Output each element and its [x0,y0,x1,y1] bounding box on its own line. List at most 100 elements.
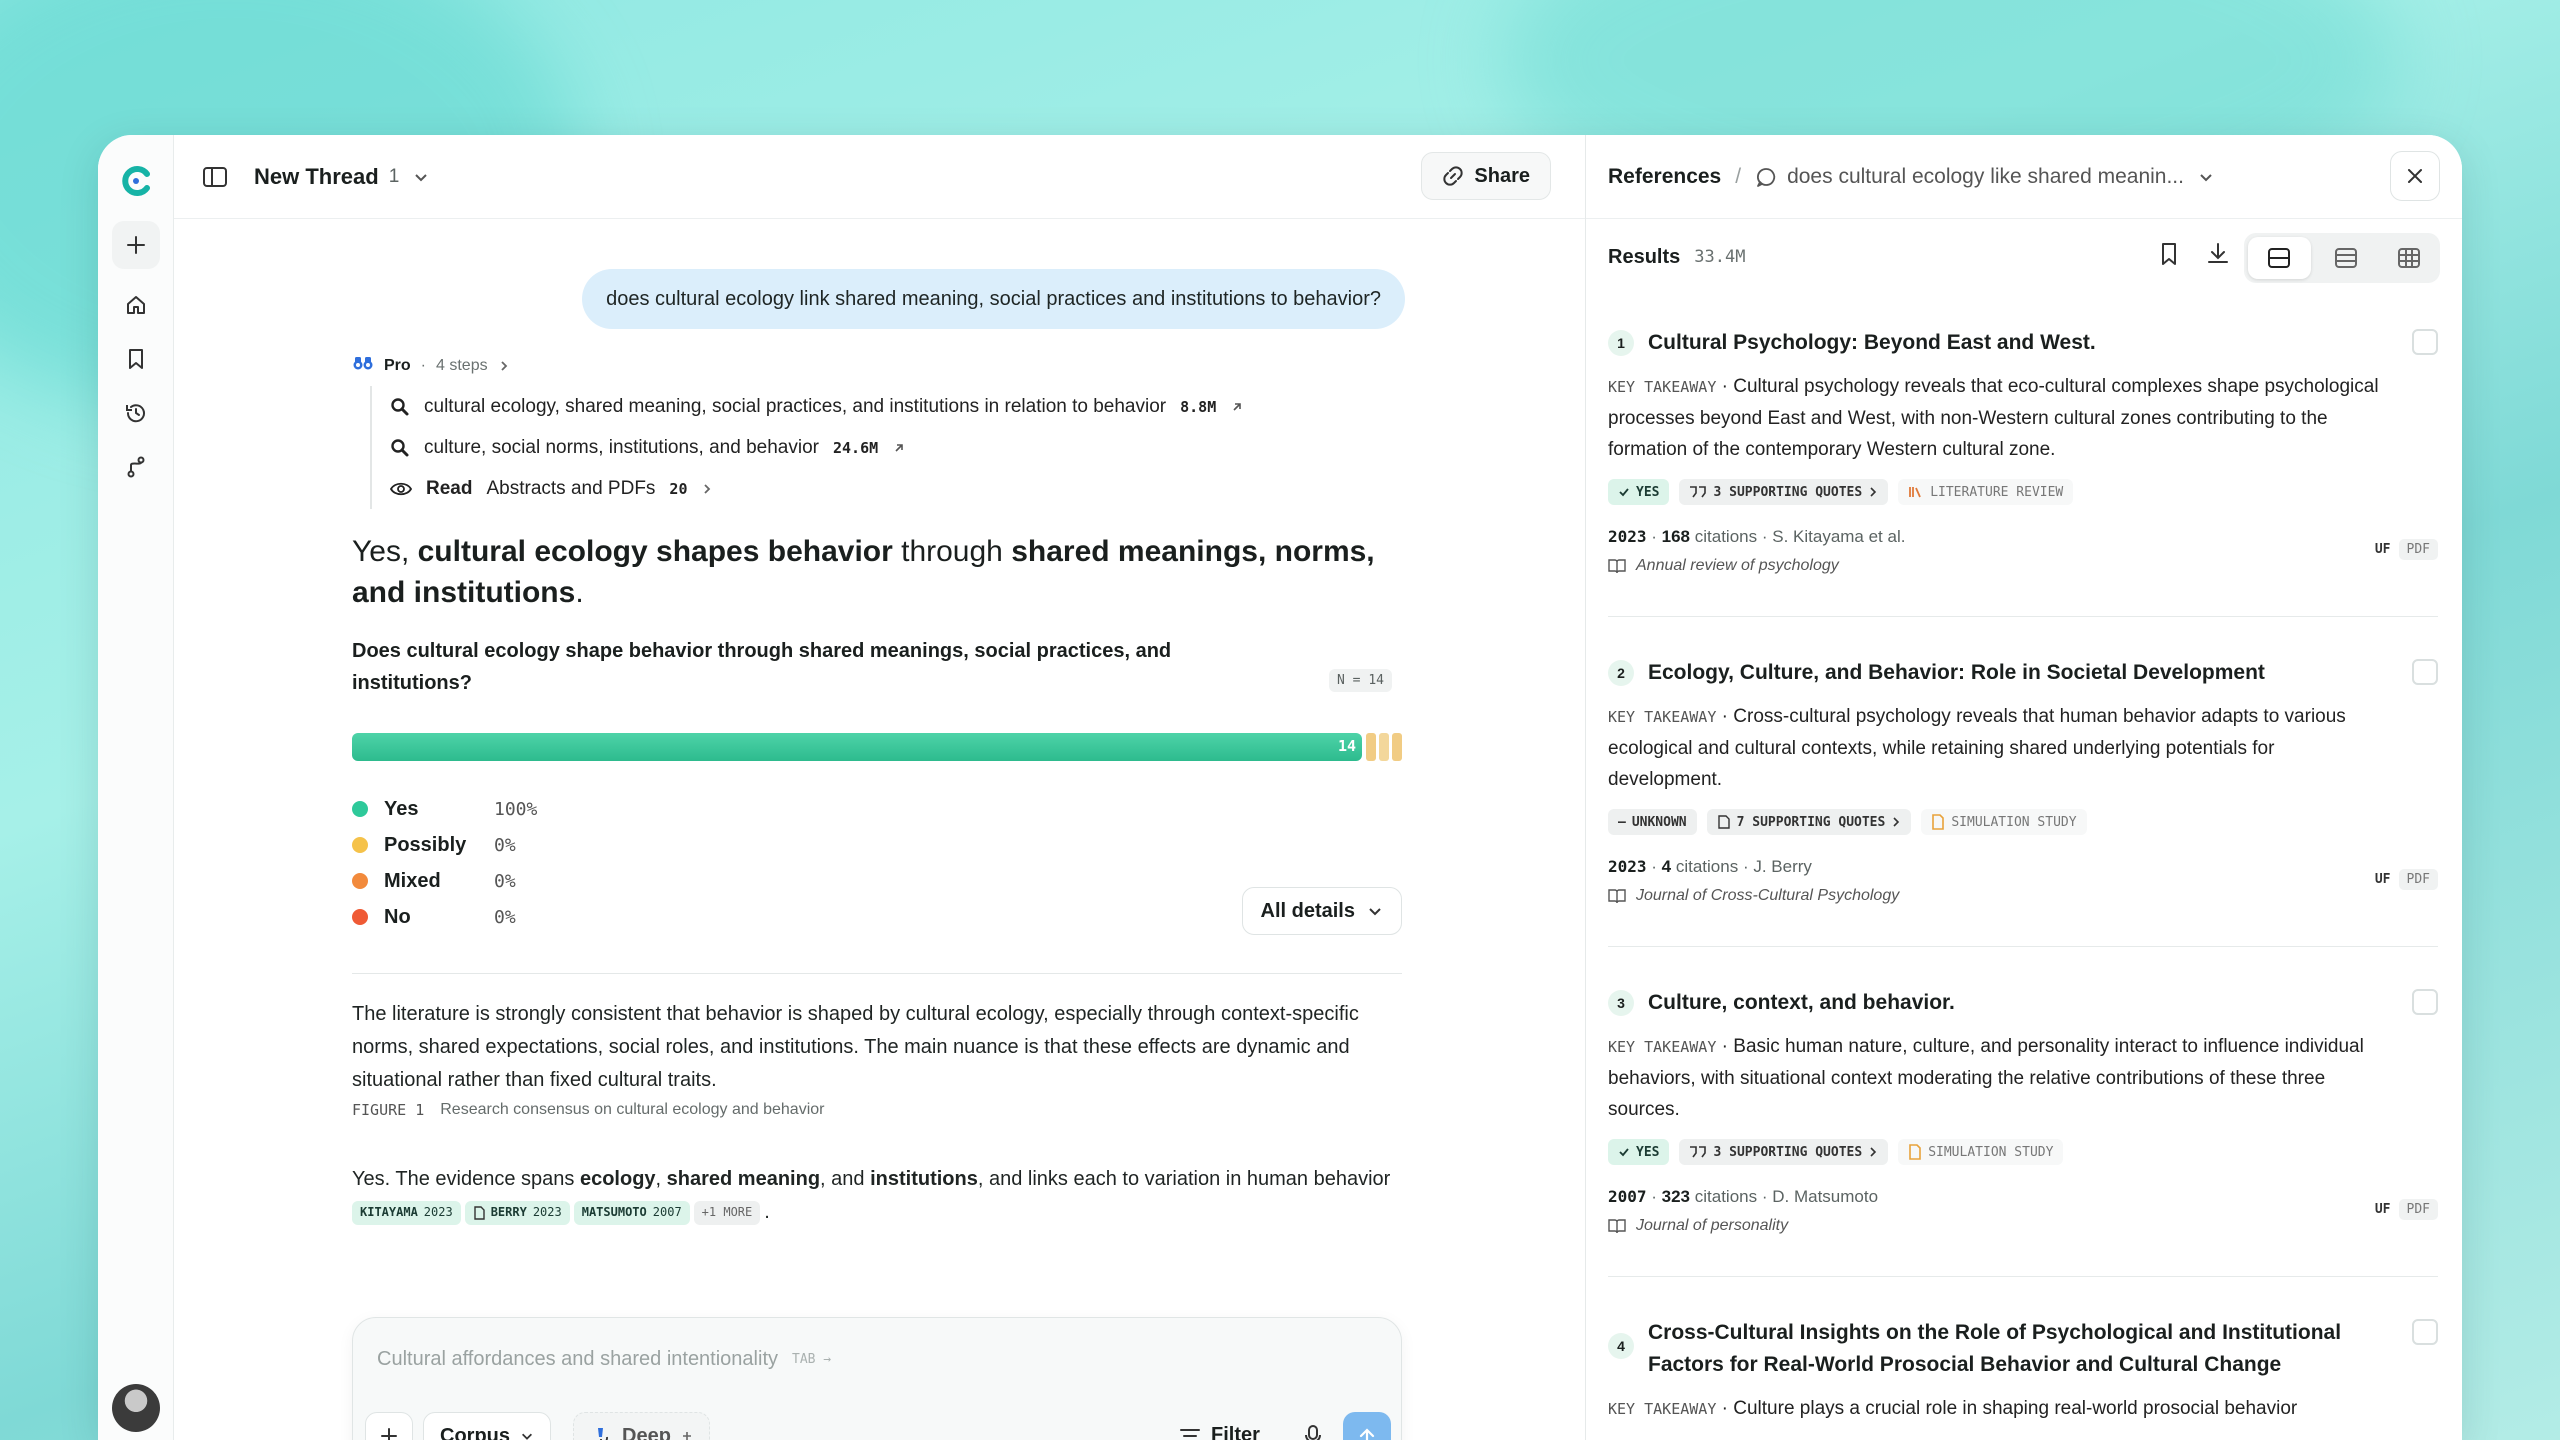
citation-chip[interactable]: KITAYAMA 2023 [352,1200,461,1225]
deep-label: Deep [622,1424,671,1440]
branch-icon[interactable] [112,443,160,491]
attach-button[interactable] [365,1412,413,1440]
chevron-right-icon [500,360,507,371]
list-view-icon[interactable] [2315,233,2378,283]
share-button[interactable]: Share [1421,152,1551,200]
key-takeaway-label: KEY TAKEAWAY [1608,1038,1717,1056]
close-panel-button[interactable] [2390,151,2440,201]
eye-icon [390,482,412,495]
period: . [764,1201,770,1223]
reference-title-row: 3 Culture, context, and behavior. [1608,987,2438,1019]
reference-number: 2 [1608,660,1634,686]
thread-title-group[interactable]: New Thread 1 [254,135,429,219]
consensus-bar[interactable]: 14 [352,733,1402,761]
reference-tags: YES 3 SUPPORTING QUOTES SIMULATION STUDY [1608,1139,2438,1165]
microphone-button[interactable] [1289,1412,1337,1440]
figure-caption-text: Research consensus on cultural ecology a… [440,1101,825,1118]
app-logo-icon[interactable] [112,157,160,205]
reference-checkbox[interactable] [2412,1319,2438,1345]
read-count: 20 [669,479,688,498]
supporting-quotes-tag[interactable]: 7 SUPPORTING QUOTES [1706,809,1912,835]
new-thread-button[interactable] [112,221,160,269]
bookmark-results-icon[interactable] [2158,241,2180,273]
reference-title[interactable]: Cross-Cultural Insights on the Role of P… [1648,1317,2368,1381]
filter-button[interactable]: Filter [1163,1412,1276,1440]
citation-count: 4 [1661,857,1672,876]
citation-chip[interactable]: MATSUMOTO 2007 [573,1200,690,1225]
evidence-bold: shared meaning [666,1168,821,1190]
reference-card[interactable]: 1 Cultural Psychology: Beyond East and W… [1608,327,2438,617]
more-citations-chip[interactable]: +1 MORE [693,1200,761,1225]
bookmark-icon[interactable] [112,335,160,383]
citation-name: KITAYAMA [360,1205,418,1220]
file-icon [1932,814,1945,830]
citation-year: 2023 [532,1205,562,1220]
books-icon [1909,487,1922,498]
pdf-links[interactable]: UF PDF [2375,1196,2438,1222]
reference-number: 4 [1608,1333,1634,1359]
consensus-legend: Yes 100% Possibly 0% Mixed 0% No 0% All deta… [352,791,1402,935]
references-topbar: References / does cultural ecology like … [1586,135,2462,219]
left-rail [98,135,174,1440]
microphone-icon [1305,1425,1321,1440]
pro-steps-header[interactable]: Pro · 4 steps [352,355,1402,376]
corpus-select[interactable]: Corpus [423,1412,551,1440]
download-icon[interactable] [2206,241,2230,273]
search-icon [391,438,409,456]
reference-title[interactable]: Culture, context, and behavior. [1648,987,1955,1019]
consensus-bar-yes: 14 [352,733,1362,761]
avatar[interactable] [112,1384,160,1432]
pdf-links[interactable]: UF PDF [2375,866,2438,892]
key-takeaway-label: KEY TAKEAWAY [1608,708,1717,726]
reference-card[interactable]: 2 Ecology, Culture, and Behavior: Role i… [1608,657,2438,947]
reference-title[interactable]: Ecology, Culture, and Behavior: Role in … [1648,657,2265,689]
all-details-button[interactable]: All details [1241,887,1402,935]
legend-value: 0% [494,870,516,892]
document-icon [1717,815,1730,829]
search-step[interactable]: culture, social norms, institutions, and… [390,427,1402,468]
send-button[interactable] [1343,1412,1391,1440]
reference-checkbox[interactable] [2412,989,2438,1015]
key-takeaway-label: KEY TAKEAWAY [1608,378,1717,396]
read-step[interactable]: Read Abstracts and PDFs 20 [390,468,1402,509]
thread-title: New Thread [254,164,379,189]
study-type-label: SIMULATION STUDY [1951,814,2077,830]
reference-title[interactable]: Cultural Psychology: Beyond East and Wes… [1648,327,2096,359]
search-step-count: 8.8M [1180,397,1217,416]
card-view-icon[interactable] [2248,237,2311,279]
history-icon[interactable] [112,389,160,437]
supporting-quotes-tag[interactable]: 3 SUPPORTING QUOTES [1679,1139,1889,1165]
chevron-right-icon [1893,817,1900,827]
reference-year: 2007 [1608,1187,1647,1206]
breadcrumb-separator: / [1735,164,1742,188]
thread-topbar: New Thread 1 Share [174,135,1585,219]
search-step-count: 24.6M [832,438,879,457]
table-view-icon[interactable] [2377,233,2440,283]
sidebar-toggle-icon[interactable] [202,135,228,219]
key-takeaway-text: Cross-cultural psychology reveals that h… [1608,706,2346,790]
legend-dot [352,909,368,925]
reference-journal: Journal of Cross-Cultural Psychology [1608,887,2438,905]
quote-icon [1690,486,1707,498]
chevron-down-icon[interactable] [2198,169,2214,185]
reference-card[interactable]: 3 Culture, context, and behavior. KEY TA… [1608,987,2438,1277]
reference-checkbox[interactable] [2412,329,2438,355]
reference-checkbox[interactable] [2412,659,2438,685]
chevron-down-icon [522,1433,532,1440]
deep-mode-button[interactable]: Deep [573,1412,710,1440]
references-panel: References / does cultural ecology like … [1586,135,2462,1440]
pdf-links[interactable]: UF PDF [2375,536,2438,562]
home-icon[interactable] [112,281,160,329]
composer-input[interactable]: Cultural affordances and shared intentio… [377,1348,831,1371]
supporting-quotes-tag[interactable]: 3 SUPPORTING QUOTES [1679,479,1889,505]
arrow-up-right-icon [895,443,903,452]
headline-part: Yes, [352,535,418,568]
microscope-icon [598,1428,608,1440]
reference-card[interactable]: 4 Cross-Cultural Insights on the Role of… [1608,1317,2438,1440]
citation-chip[interactable]: BERRY 2023 [464,1200,570,1225]
search-step[interactable]: cultural ecology, shared meaning, social… [390,386,1402,427]
citation-year: 2007 [652,1205,682,1220]
reference-year: 2023 [1608,857,1647,876]
references-query[interactable]: does cultural ecology like shared meanin… [1787,165,2184,189]
pdf-label: PDF [2398,538,2438,560]
